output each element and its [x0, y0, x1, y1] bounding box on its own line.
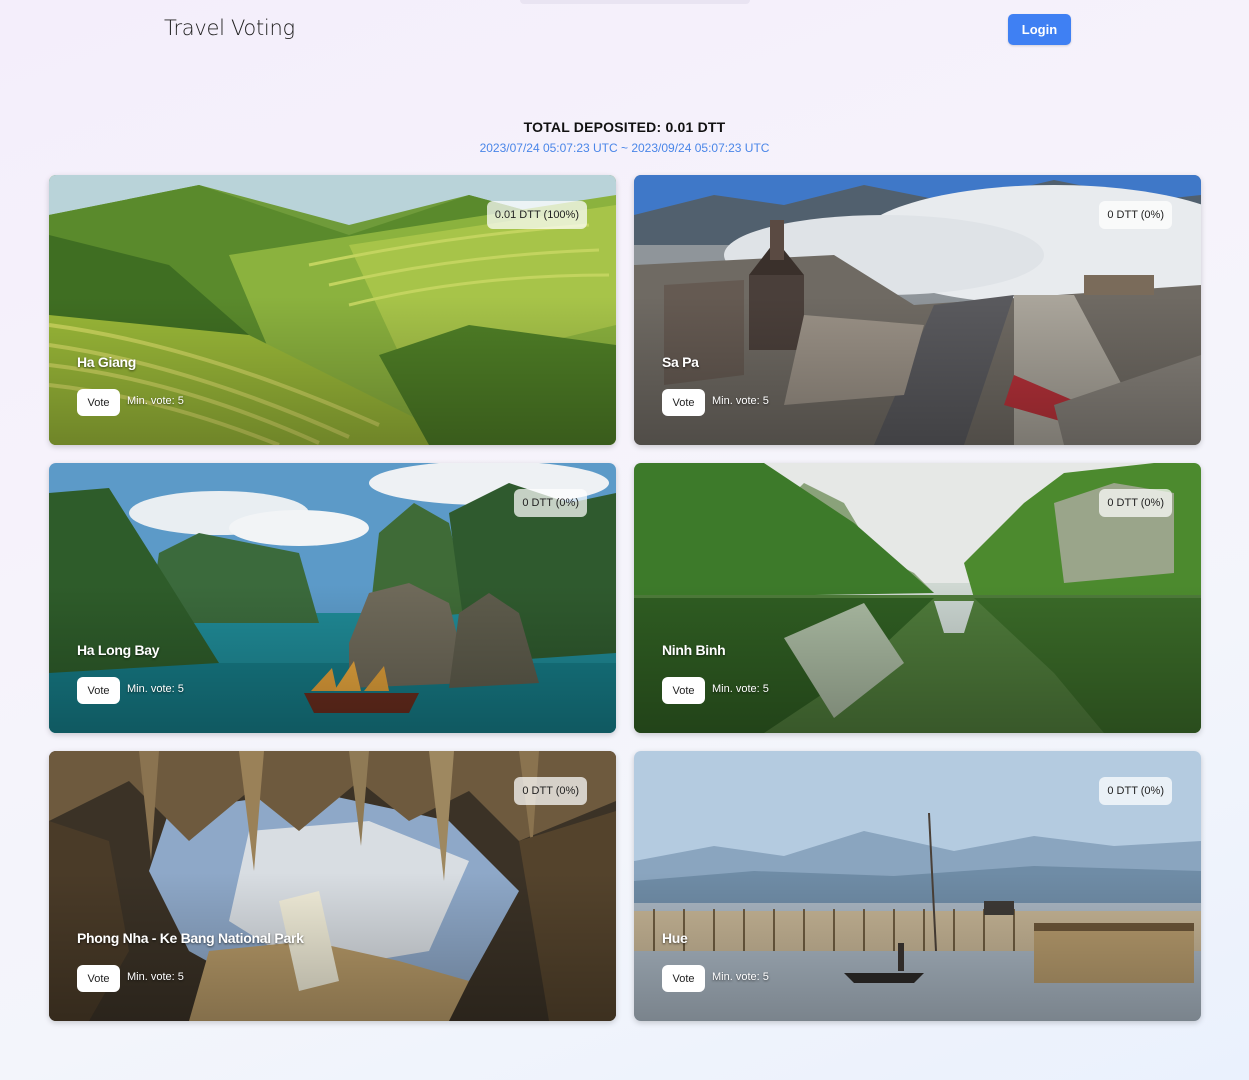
destination-name: Ninh Binh: [662, 642, 726, 658]
min-vote-label: Min. vote: 5: [127, 683, 184, 695]
login-button[interactable]: Login: [1008, 14, 1071, 45]
vote-button[interactable]: Vote: [77, 677, 120, 704]
deposit-badge: 0 DTT (0%): [514, 777, 587, 805]
destination-card-ninh-binh[interactable]: 0 DTT (0%) Ninh Binh Vote Min. vote: 5: [634, 463, 1201, 733]
app-title: Travel Voting: [164, 16, 295, 40]
destination-card-hue[interactable]: 0 DTT (0%) Hue Vote Min. vote: 5: [634, 751, 1201, 1021]
destination-name: Phong Nha - Ke Bang National Park: [77, 930, 304, 946]
deposit-badge: 0 DTT (0%): [1099, 201, 1172, 229]
deposit-badge: 0 DTT (0%): [514, 489, 587, 517]
vote-button[interactable]: Vote: [662, 389, 705, 416]
min-vote-label: Min. vote: 5: [712, 395, 769, 407]
total-deposited: TOTAL DEPOSITED: 0.01 DTT: [523, 119, 726, 135]
min-vote-label: Min. vote: 5: [127, 395, 184, 407]
vote-button[interactable]: Vote: [77, 389, 120, 416]
min-vote-label: Min. vote: 5: [127, 971, 184, 983]
deposit-badge: 0 DTT (0%): [1099, 489, 1172, 517]
vote-button[interactable]: Vote: [662, 677, 705, 704]
destination-name: Ha Giang: [77, 354, 137, 370]
deposit-badge: 0 DTT (0%): [1099, 777, 1172, 805]
destination-name: Hue: [662, 930, 688, 946]
destination-card-ha-long-bay[interactable]: 0 DTT (0%) Ha Long Bay Vote Min. vote: 5: [49, 463, 616, 733]
min-vote-label: Min. vote: 5: [712, 683, 769, 695]
destination-name: Sa Pa: [662, 354, 699, 370]
destination-card-phong-nha-ke-bang[interactable]: 0 DTT (0%) Phong Nha - Ke Bang National …: [49, 751, 616, 1021]
voting-period: 2023/07/24 05:07:23 UTC ~ 2023/09/24 05:…: [479, 141, 770, 155]
min-vote-label: Min. vote: 5: [712, 971, 769, 983]
vote-button[interactable]: Vote: [77, 965, 120, 992]
top-decoration: [520, 0, 750, 4]
vote-button[interactable]: Vote: [662, 965, 705, 992]
destination-name: Ha Long Bay: [77, 642, 160, 658]
destination-card-ha-giang[interactable]: 0.01 DTT (100%) Ha Giang Vote Min. vote:…: [49, 175, 616, 445]
deposit-badge: 0.01 DTT (100%): [486, 201, 587, 229]
destination-card-sa-pa[interactable]: 0 DTT (0%) Sa Pa Vote Min. vote: 5: [634, 175, 1201, 445]
